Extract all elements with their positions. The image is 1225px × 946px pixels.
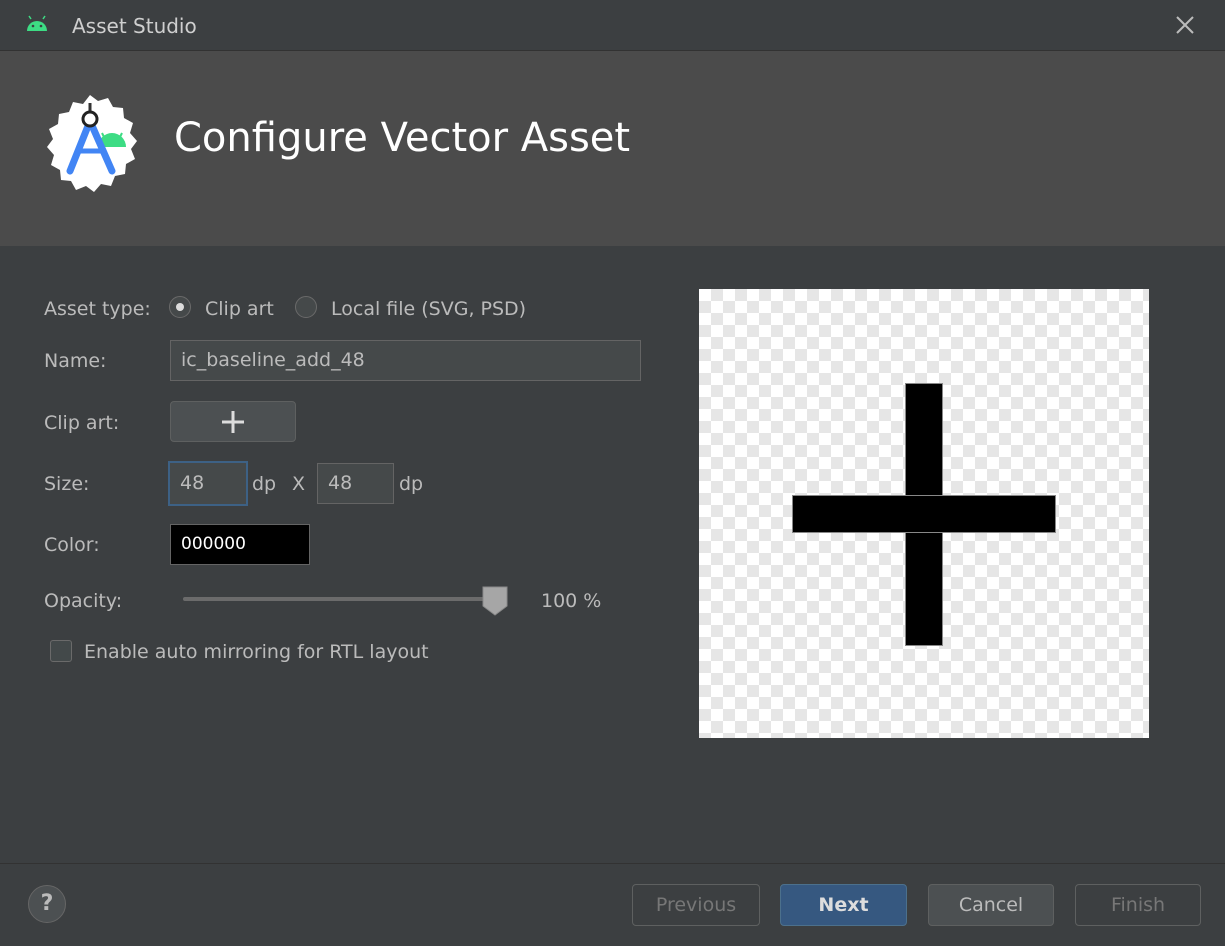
asset-type-label: Asset type: [44,298,151,320]
previous-button[interactable]: Previous [632,884,760,926]
finish-button[interactable]: Finish [1075,884,1201,926]
radio-local-file[interactable] [295,296,317,318]
clip-art-button[interactable] [170,401,296,442]
opacity-value: 100 % [541,590,602,612]
radio-local-file-label[interactable]: Local file (SVG, PSD) [331,298,526,320]
add-icon [222,411,244,433]
height-input[interactable]: 48 [317,463,394,504]
rtl-checkbox-label[interactable]: Enable auto mirroring for RTL layout [84,641,429,663]
color-label: Color: [44,534,100,556]
wizard-header: Configure Vector Asset [0,51,1225,246]
android-icon [27,15,47,31]
radio-clip-art[interactable] [169,296,191,318]
opacity-slider-track[interactable] [183,597,498,601]
next-button[interactable]: Next [780,884,907,926]
clip-art-label: Clip art: [44,412,120,434]
preview-plus-center [906,496,942,532]
android-studio-logo [47,95,137,192]
name-input[interactable]: ic_baseline_add_48 [170,340,641,381]
width-input[interactable]: 48 [168,461,248,506]
cancel-button[interactable]: Cancel [928,884,1054,926]
title-bar: Asset Studio [0,0,1225,51]
size-label: Size: [44,473,90,495]
name-label: Name: [44,350,107,372]
window-title: Asset Studio [72,14,197,38]
close-icon[interactable] [1170,10,1200,40]
height-unit: dp [399,473,424,495]
color-swatch[interactable]: 000000 [170,524,310,565]
size-separator: X [292,473,306,495]
icon-preview [699,289,1149,738]
width-unit: dp [252,473,277,495]
rtl-checkbox[interactable] [50,640,72,662]
page-title: Configure Vector Asset [174,115,631,161]
opacity-label: Opacity: [44,590,123,612]
radio-clip-art-label[interactable]: Clip art [205,298,274,320]
help-icon[interactable]: ? [28,885,66,923]
opacity-slider-thumb[interactable] [482,586,508,616]
